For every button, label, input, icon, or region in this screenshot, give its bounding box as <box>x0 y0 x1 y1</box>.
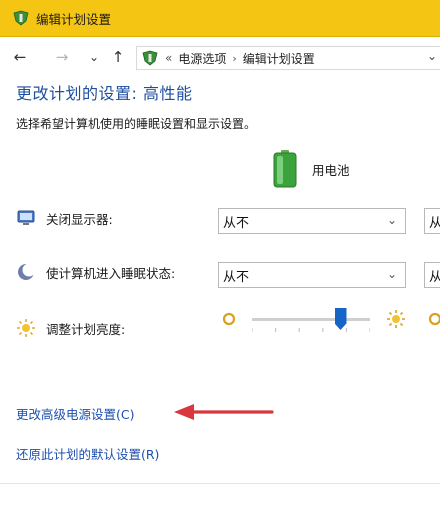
breadcrumb-power-options[interactable]: 电源选项 <box>178 50 226 67</box>
control-panel-icon <box>142 50 158 66</box>
bottom-divider <box>0 483 440 484</box>
chevron-down-icon: ⌄ <box>386 213 397 227</box>
power-options-icon <box>13 10 29 26</box>
turn-off-display-row: 关闭显示器: <box>16 208 113 228</box>
page-subtitle: 选择希望计算机使用的睡眠设置和显示设置。 <box>16 117 257 131</box>
navigation-bar: ← → ⌄ ↑ « 电源选项 › 编辑计划设置 ⌄ <box>0 44 440 70</box>
brightness-slider-thumb[interactable] <box>334 308 347 330</box>
turn-off-display-value: 从不 <box>223 215 250 231</box>
turn-off-display-value-plugged: 从 <box>429 215 440 231</box>
breadcrumb-separator[interactable]: › <box>232 52 236 65</box>
back-arrow-icon[interactable]: ← <box>10 47 30 67</box>
brightness-row: 调整计划亮度: <box>16 318 125 338</box>
brightness-label: 调整计划亮度: <box>46 321 126 337</box>
brightness-high-icon <box>387 310 405 328</box>
brightness-low-icon-plugged <box>428 312 440 326</box>
brightness-sun-icon <box>17 319 35 337</box>
chevron-down-icon: ⌄ <box>386 267 397 281</box>
up-arrow-icon[interactable]: ↑ <box>108 47 128 67</box>
on-battery-header: 用电池 <box>272 150 350 188</box>
turn-off-display-select[interactable]: 从不 ⌄ <box>218 208 406 234</box>
on-battery-label: 用电池 <box>312 162 350 178</box>
display-icon <box>17 210 35 225</box>
sleep-moon-icon <box>18 263 36 280</box>
page-title: 更改计划的设置: 高性能 <box>16 84 193 103</box>
title-bar: 编辑计划设置 <box>0 0 440 37</box>
address-bar[interactable]: « 电源选项 › 编辑计划设置 ⌄ <box>136 46 440 70</box>
recent-locations-chevron-icon[interactable]: ⌄ <box>84 47 104 67</box>
sleep-value-plugged: 从 <box>429 269 440 285</box>
turn-off-display-select-plugged[interactable]: 从 <box>424 208 440 234</box>
brightness-slider-ticks <box>252 328 370 332</box>
change-advanced-power-settings-link[interactable]: 更改高级电源设置(C) <box>16 404 134 423</box>
sleep-label: 使计算机进入睡眠状态: <box>46 265 176 281</box>
turn-off-display-label: 关闭显示器: <box>46 211 113 227</box>
brightness-low-icon <box>222 312 236 326</box>
sleep-value: 从不 <box>223 269 250 285</box>
sleep-row: 使计算机进入睡眠状态: <box>16 262 175 282</box>
breadcrumb-edit-plan[interactable]: 编辑计划设置 <box>243 50 315 67</box>
red-arrow-annotation-icon <box>174 404 274 420</box>
restore-default-settings-link[interactable]: 还原此计划的默认设置(R) <box>16 444 159 463</box>
brightness-slider-track[interactable] <box>252 318 370 321</box>
address-dropdown-icon[interactable]: ⌄ <box>427 49 437 63</box>
sleep-select[interactable]: 从不 ⌄ <box>218 262 406 288</box>
sleep-select-plugged[interactable]: 从 <box>424 262 440 288</box>
forward-arrow-icon[interactable]: → <box>52 47 72 67</box>
battery-icon <box>273 150 297 188</box>
breadcrumb-overflow[interactable]: « <box>165 51 172 65</box>
window-title: 编辑计划设置 <box>36 11 112 27</box>
